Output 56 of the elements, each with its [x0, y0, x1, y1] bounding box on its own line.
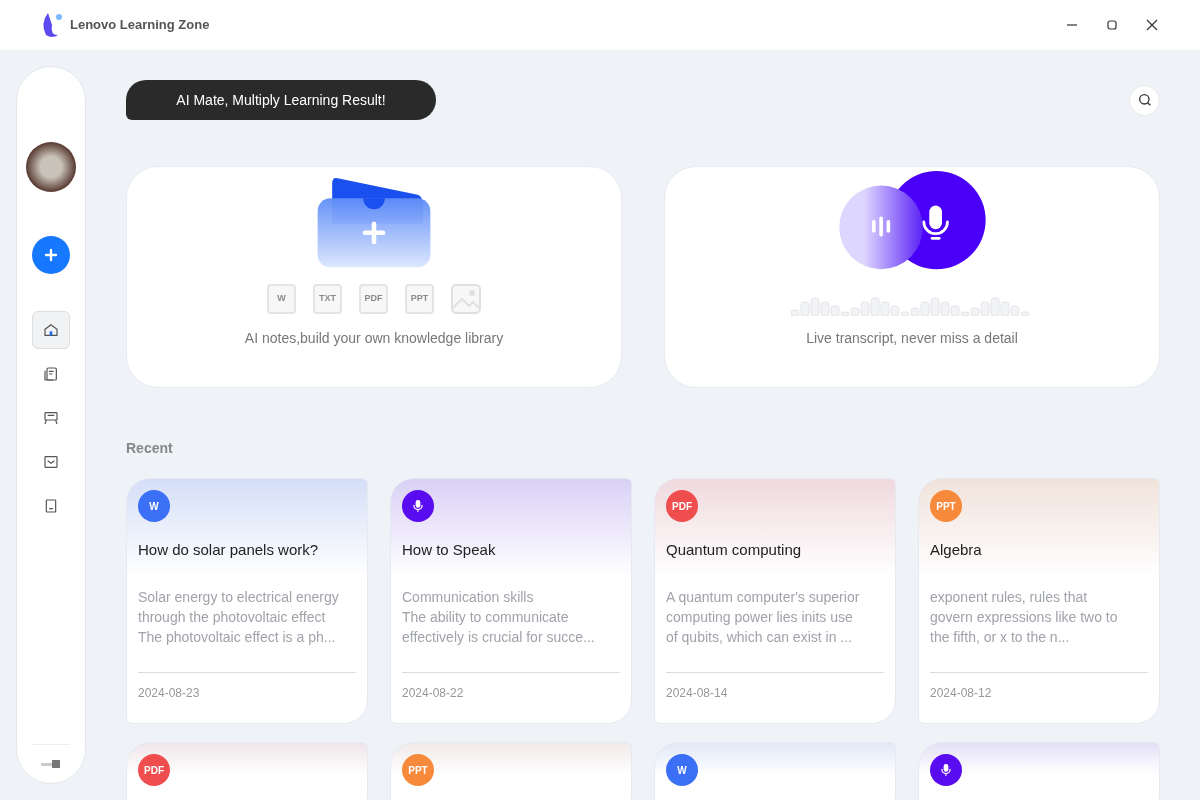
- card-date: 2024-08-14: [666, 684, 729, 702]
- card-title: How to Speak: [402, 540, 497, 560]
- file-type-badge: PDF: [666, 490, 698, 522]
- file-type-badge: PPT: [402, 754, 434, 786]
- search-icon: [1136, 92, 1153, 108]
- recent-card[interactable]: PPT Algebra exponent rules, rules that govern expressions like two to the fifth, or x to the n... 2024-08-12: [918, 478, 1160, 724]
- upload-card[interactable]: W TXT PDF PPT AI notes,build your own knowledge library: [126, 166, 622, 388]
- file-type-badge: W: [138, 490, 170, 522]
- card-caption: Live transcript, never miss a detail: [806, 329, 1018, 348]
- recent-card[interactable]: PDF: [126, 742, 368, 800]
- board-icon: [43, 410, 59, 426]
- home-icon: [43, 322, 59, 338]
- avatar-photo-placeholder[interactable]: [26, 142, 76, 192]
- card-summary: exponent rules, rules that govern expressions like two to the fifth, or x to the n...: [930, 587, 1119, 647]
- notes-icon: [43, 366, 59, 382]
- file-type-badge: PPT: [930, 490, 962, 522]
- card-caption: AI notes,build your own knowledge library: [244, 329, 504, 348]
- card-date: 2024-08-23: [138, 684, 201, 702]
- sidebar-nav-item[interactable]: [32, 311, 70, 349]
- recent-card[interactable]: W How do solar panels work? Solar energy to electrical energy through the photovoltaic effect The photovoltaic effect is a ph... 2024-08-23: [126, 478, 368, 724]
- card-title: Quantum computing: [666, 540, 803, 560]
- card-date: 2024-08-22: [402, 684, 465, 702]
- tablet-icon: [43, 498, 59, 514]
- slogan-banner: AI Mate, Multiply Learning Result!: [126, 80, 436, 120]
- recent-card[interactable]: PDF Quantum computing A quantum computer's superior computing power lies inits use of qubits, which can exist in ... 2024-08-14: [654, 478, 896, 724]
- toggle-icon[interactable]: [41, 759, 61, 769]
- file-type-badge: PDF: [138, 754, 170, 786]
- file-type-icon: PPT: [405, 284, 434, 314]
- recent-card[interactable]: PPT: [390, 742, 632, 800]
- recent-card[interactable]: How to Speak Communication skills The ability to communicate effectively is crucial for succe... 2024-08-22: [390, 478, 632, 724]
- microphone-icon: [939, 763, 953, 777]
- plus-icon: [44, 248, 58, 262]
- card-date: 2024-08-12: [930, 684, 993, 702]
- file-type-icon: TXT: [313, 284, 342, 314]
- file-type-badge: W: [666, 754, 698, 786]
- recent-card[interactable]: W: [654, 742, 896, 800]
- card-title: Algebra: [930, 540, 983, 560]
- image-icon: [451, 284, 481, 314]
- card-summary: Solar energy to electrical energy through the photovoltaic effect The photovoltaic effect is a ph...: [138, 587, 340, 647]
- file-type-icon: PDF: [359, 284, 388, 314]
- close-icon: [1146, 19, 1158, 31]
- search-button[interactable]: [1129, 84, 1160, 116]
- app-logo-icon: [40, 11, 64, 39]
- tray-icon: [43, 454, 59, 470]
- microphone-icon: [411, 499, 425, 513]
- card-summary: A quantum computer's superior computing power lies inits use of qubits, which can exist in ...: [666, 587, 861, 647]
- section-heading: Recent: [126, 439, 174, 458]
- window-title: Lenovo Learning Zone: [70, 16, 210, 35]
- file-type-icon: W: [267, 284, 296, 314]
- recent-card[interactable]: [918, 742, 1160, 800]
- maximize-icon: [1106, 19, 1118, 31]
- waveform-icon: [791, 296, 1033, 316]
- record-card[interactable]: Live transcript, never miss a detail: [664, 166, 1160, 388]
- card-summary: Communication skills The ability to communicate effectively is crucial for succe...: [402, 587, 596, 647]
- card-title: How do solar panels work?: [138, 540, 320, 560]
- add-button[interactable]: [32, 236, 70, 274]
